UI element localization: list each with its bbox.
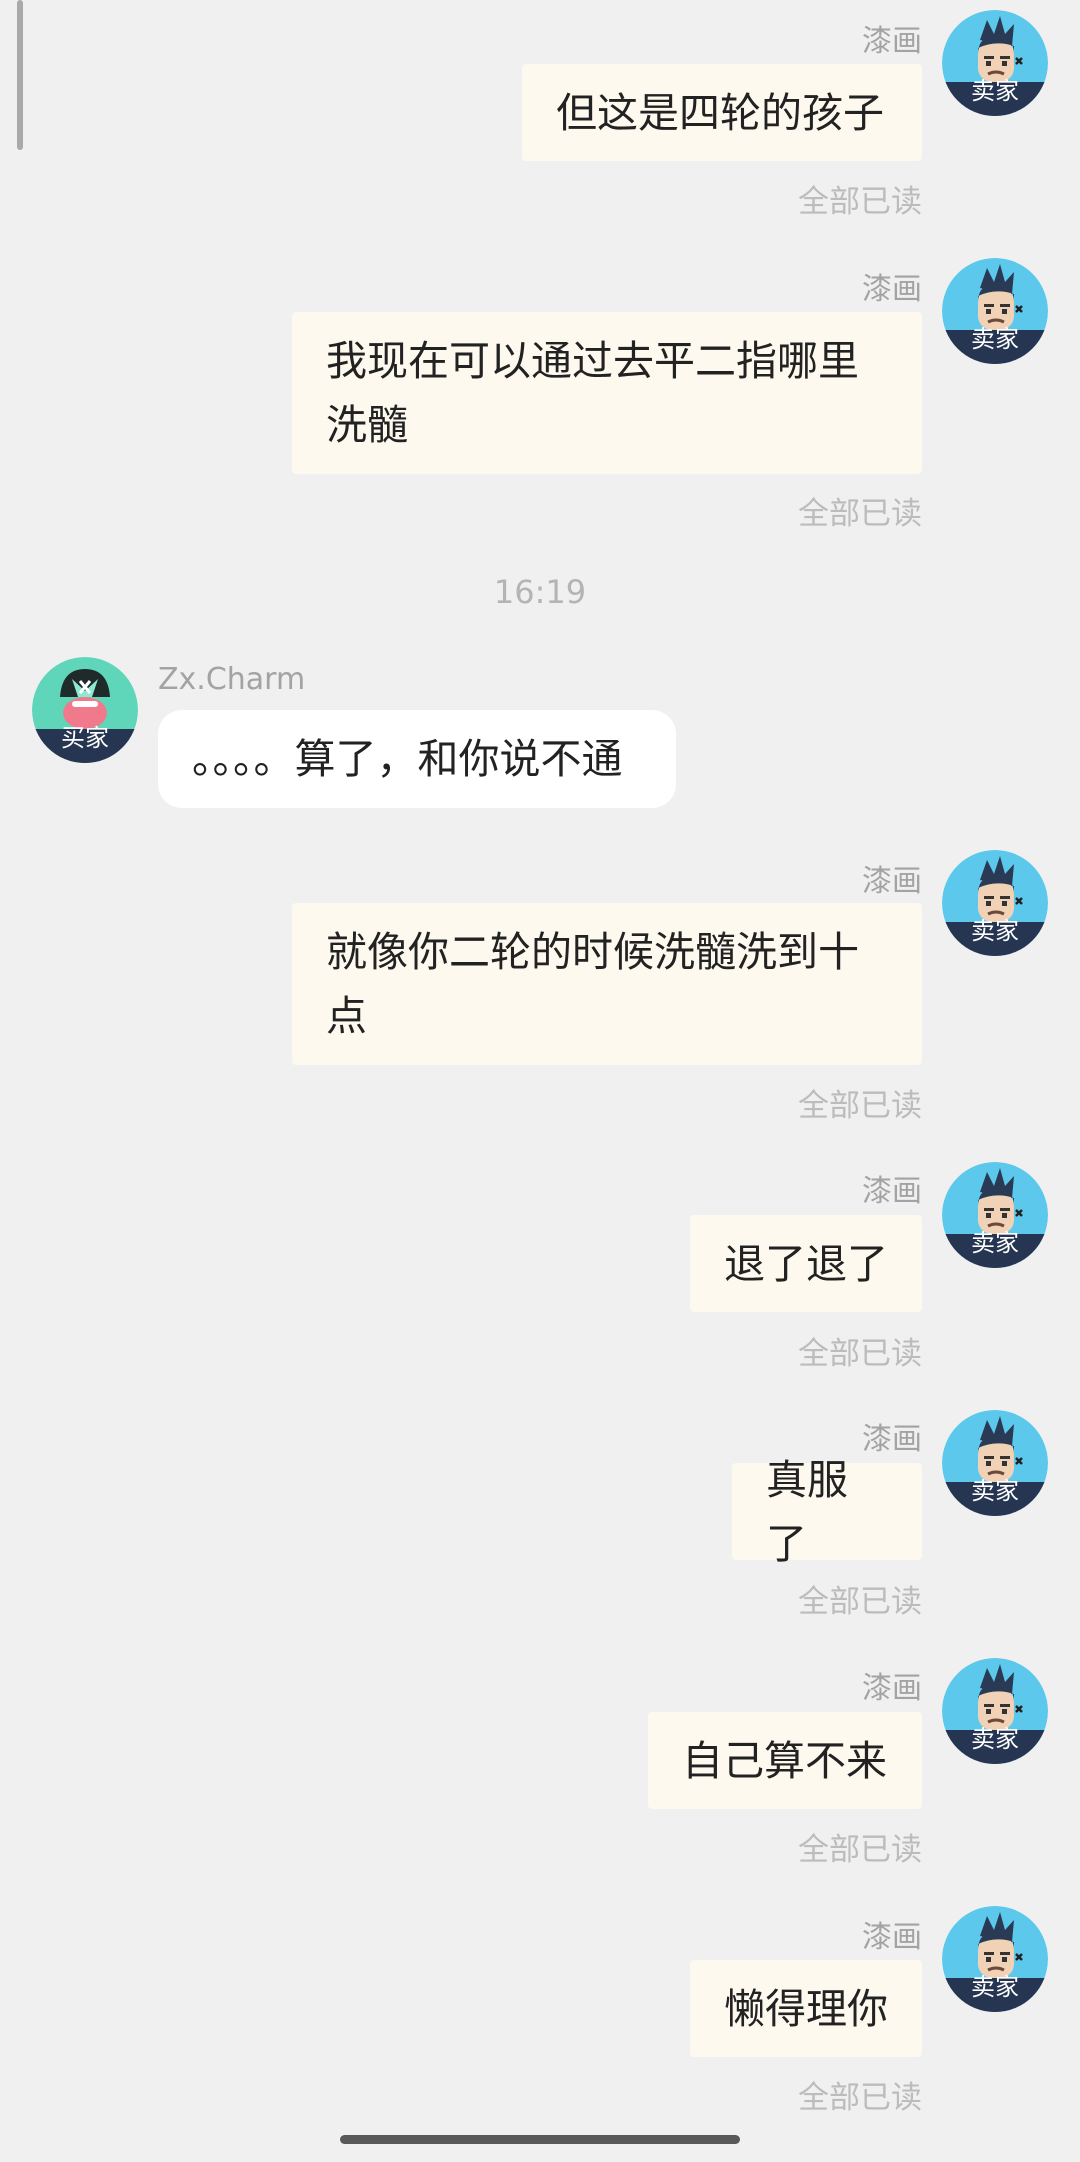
message-bubble[interactable]: 。。。。算了，和你说不通 [158, 710, 676, 808]
role-label: 买家 [61, 724, 109, 752]
role-label: 卖家 [971, 1725, 1019, 1753]
message-bubble[interactable]: 懒得理你 [690, 1960, 922, 2057]
home-indicator[interactable] [340, 2135, 740, 2144]
seller-avatar-icon[interactable]: 卖家 [942, 10, 1048, 116]
message-text: 自己算不来 [682, 1736, 887, 1785]
read-status: 全部已读 [798, 184, 922, 220]
message-text: 退了退了 [724, 1239, 888, 1288]
message-text: 我现在可以通过去平二指哪里洗髓 [326, 337, 859, 449]
message-bubble[interactable]: 真服了 [732, 1456, 922, 1568]
role-label: 卖家 [971, 325, 1019, 353]
read-status: 全部已读 [798, 1336, 922, 1372]
seller-avatar-icon[interactable]: 卖家 [942, 1162, 1048, 1268]
scrollbar[interactable] [17, 0, 23, 150]
read-status: 全部已读 [798, 1832, 922, 1868]
seller-avatar-icon[interactable]: 卖家 [942, 1410, 1048, 1516]
sender-name: 漆画 [862, 1920, 922, 1955]
sender-name: 漆画 [862, 864, 922, 899]
sender-name: 漆画 [862, 24, 922, 59]
sender-name: Zx.Charm [158, 662, 306, 697]
message-bubble[interactable]: 自己算不来 [648, 1712, 922, 1809]
read-status: 全部已读 [798, 496, 922, 532]
message-text: 但这是四轮的孩子 [556, 88, 884, 137]
message-bubble[interactable]: 但这是四轮的孩子 [522, 64, 922, 161]
message-text: 。。。。算了，和你说不通 [192, 735, 623, 783]
message-text: 就像你二轮的时候洗髓洗到十点 [326, 928, 859, 1040]
role-label: 卖家 [971, 917, 1019, 945]
role-label: 卖家 [971, 1477, 1019, 1505]
role-label: 卖家 [971, 1229, 1019, 1257]
read-status: 全部已读 [798, 2080, 922, 2116]
seller-avatar-icon[interactable]: 卖家 [942, 258, 1048, 364]
role-label: 卖家 [971, 1973, 1019, 2001]
seller-avatar-icon[interactable]: 卖家 [942, 1658, 1048, 1764]
seller-avatar-icon[interactable]: 卖家 [942, 850, 1048, 956]
read-status: 全部已读 [798, 1088, 922, 1124]
sender-name: 漆画 [862, 272, 922, 307]
message-text: 懒得理你 [724, 1984, 888, 2033]
message-bubble[interactable]: 就像你二轮的时候洗髓洗到十点 [292, 903, 922, 1065]
buyer-avatar-icon[interactable]: 买家 [32, 657, 138, 763]
sender-name: 漆画 [862, 1174, 922, 1209]
sender-name: 漆画 [862, 1671, 922, 1706]
read-status: 全部已读 [798, 1584, 922, 1620]
message-bubble[interactable]: 退了退了 [690, 1215, 922, 1312]
seller-avatar-icon[interactable]: 卖家 [942, 1906, 1048, 2012]
message-text: 真服了 [766, 1455, 848, 1568]
time-divider: 16:19 [493, 573, 587, 611]
message-bubble[interactable]: 我现在可以通过去平二指哪里洗髓 [292, 312, 922, 474]
role-label: 卖家 [971, 77, 1019, 105]
